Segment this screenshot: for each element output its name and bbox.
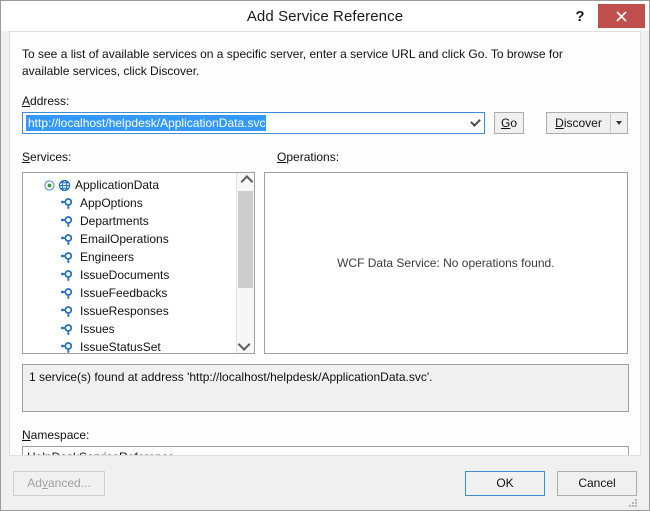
close-button[interactable] — [598, 4, 645, 28]
panel-labels: Services: Operations: — [22, 150, 628, 168]
address-combobox[interactable]: http://localhost/helpdesk/ApplicationDat… — [22, 112, 485, 134]
tree-item-engineers[interactable]: Engineers — [23, 248, 236, 266]
tree-item-label: ApplicationData — [75, 178, 160, 192]
close-icon — [616, 10, 627, 22]
tree-item-appoptions[interactable]: AppOptions — [23, 194, 236, 212]
tree-item-issues[interactable]: Issues — [23, 320, 236, 338]
discover-button[interactable]: Discover — [546, 112, 610, 134]
tree-item-issueresponses[interactable]: IssueResponses — [23, 302, 236, 320]
discover-dropdown-button[interactable] — [610, 112, 628, 134]
help-button[interactable]: ? — [566, 4, 594, 28]
tree-item-label: AppOptions — [80, 196, 143, 210]
interface-icon — [61, 197, 73, 209]
scrollbar-thumb[interactable] — [237, 191, 253, 288]
namespace-label-rest: amespace: — [30, 428, 90, 442]
services-scrollbar[interactable] — [235, 173, 254, 353]
discover-split-button: Discover — [546, 112, 628, 134]
tree-item-label: EmailOperations — [80, 232, 169, 246]
dialog-content: To see a list of available services on a… — [10, 32, 640, 468]
tree-item-departments[interactable]: Departments — [23, 212, 236, 230]
interface-icon — [61, 215, 73, 227]
tree-item-label: IssueStatusSet — [80, 340, 161, 354]
scrollbar-up-button[interactable] — [237, 173, 254, 190]
tree-item-emailoperations[interactable]: EmailOperations — [23, 230, 236, 248]
tree-item-applicationdata[interactable]: ApplicationData — [23, 176, 236, 194]
advanced-button-rest: anced... — [47, 476, 91, 490]
status-message-box: 1 service(s) found at address 'http://lo… — [22, 364, 629, 412]
resize-grip-icon[interactable] — [627, 497, 639, 509]
address-row: http://localhost/helpdesk/ApplicationDat… — [22, 112, 628, 134]
tree-item-label: IssueFeedbacks — [80, 286, 168, 300]
services-label-rest: ervices: — [30, 150, 72, 164]
dialog-body: To see a list of available services on a… — [9, 31, 641, 468]
page-title: Add Service Reference — [246, 7, 404, 25]
address-input[interactable]: http://localhost/helpdesk/ApplicationDat… — [26, 115, 267, 131]
address-label-rest: ddress: — [30, 94, 70, 108]
operations-panel[interactable]: WCF Data Service: No operations found. — [263, 172, 628, 354]
address-dropdown-button[interactable] — [467, 113, 484, 133]
interface-icon — [61, 287, 73, 299]
tree-item-issuestatusset[interactable]: IssueStatusSet — [23, 338, 236, 354]
services-tree-rows: ApplicationData AppOptions Departments E… — [23, 176, 236, 354]
go-button-accesskey: G — [500, 116, 511, 130]
operations-label-accesskey: O — [277, 150, 287, 164]
tree-item-issuedocuments[interactable]: IssueDocuments — [23, 266, 236, 284]
expanded-circle-icon[interactable] — [44, 179, 55, 191]
tree-item-issuefeedbacks[interactable]: IssueFeedbacks — [23, 284, 236, 302]
instruction-text: To see a list of available services on a… — [22, 47, 563, 78]
tree-item-label: IssueDocuments — [80, 268, 170, 282]
status-message: 1 service(s) found at address 'http://lo… — [29, 370, 433, 384]
chevron-down-icon — [470, 116, 481, 127]
discover-button-accesskey: D — [555, 116, 564, 130]
ok-button[interactable]: OK — [465, 470, 545, 496]
go-button[interactable]: Go — [494, 112, 524, 134]
scrollbar-down-button[interactable] — [237, 336, 254, 353]
interface-icon — [61, 323, 73, 335]
namespace-label: Namespace: — [22, 428, 628, 442]
operations-label: Operations: — [277, 150, 339, 164]
services-label-accesskey: S — [22, 150, 31, 164]
triangle-down-icon — [616, 121, 622, 125]
operations-empty-message: WCF Data Service: No operations found. — [337, 256, 555, 270]
cancel-button[interactable]: Cancel — [557, 470, 637, 496]
operations-label-rest: perations: — [286, 150, 340, 164]
footer-actions: OK Cancel — [465, 470, 637, 496]
tree-item-label: Departments — [80, 214, 149, 228]
interface-icon — [61, 233, 73, 245]
chevron-down-icon — [237, 338, 251, 351]
add-service-reference-dialog: Add Service Reference ? To see a list of… — [0, 0, 650, 511]
discover-button-rest: iscover — [563, 116, 602, 130]
advanced-button[interactable]: Ad v anced... — [13, 470, 105, 496]
interface-icon — [61, 305, 73, 317]
interface-icon — [61, 251, 73, 263]
namespace-label-accesskey: N — [22, 428, 31, 442]
interface-icon — [61, 269, 73, 281]
address-label: Address: — [22, 94, 628, 108]
tree-item-label: Issues — [80, 322, 115, 336]
go-button-rest: o — [510, 116, 518, 130]
services-tree[interactable]: ApplicationData AppOptions Departments E… — [22, 172, 255, 354]
tree-item-label: IssueResponses — [80, 304, 169, 318]
panels: ApplicationData AppOptions Departments E… — [22, 172, 628, 354]
globe-service-icon — [58, 179, 71, 191]
tree-item-label: Engineers — [80, 250, 135, 264]
title-bar-buttons: ? — [566, 1, 645, 31]
services-label: Services: — [22, 150, 277, 164]
dialog-footer: Ad v anced... OK Cancel — [9, 455, 641, 510]
interface-icon — [61, 341, 73, 353]
chevron-up-icon — [240, 175, 253, 188]
advanced-button-pre: Ad — [27, 476, 42, 490]
address-label-accesskey: A — [22, 94, 31, 108]
title-bar: Add Service Reference ? — [1, 1, 649, 31]
